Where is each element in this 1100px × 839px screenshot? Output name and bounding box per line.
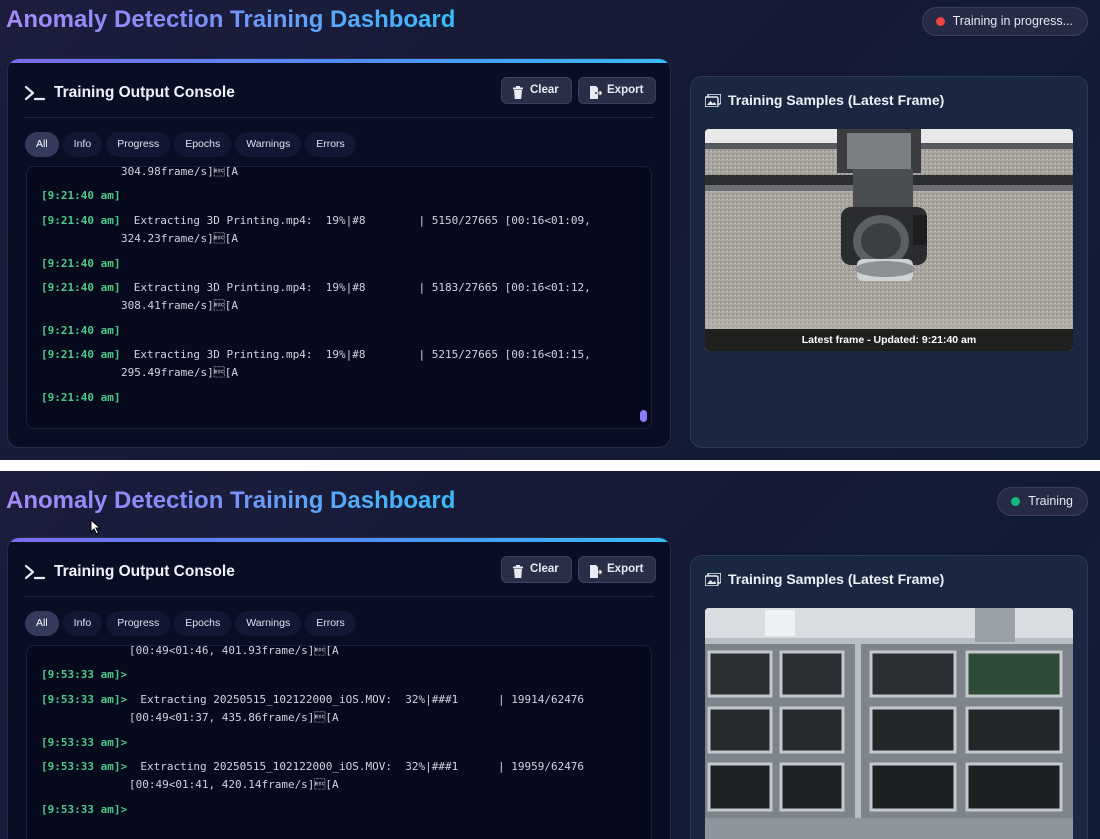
filter-tab-warnings[interactable]: Warnings [235, 611, 302, 636]
filter-tab-errors[interactable]: Errors [305, 611, 356, 636]
training-console: Training Output Console Clear Export All… [7, 58, 671, 448]
training-console: Training Output Console Clear Export All… [7, 537, 671, 839]
filter-tab-info[interactable]: Info [62, 132, 103, 157]
image-icon [704, 571, 722, 587]
scrollbar-thumb[interactable] [640, 410, 647, 422]
page-title: Anomaly Detection Training Dashboard [6, 487, 456, 514]
log-line: [9:21:40 am] [41, 257, 121, 270]
export-button[interactable]: Export [578, 556, 657, 583]
image-icon [704, 92, 722, 108]
filter-tab-info[interactable]: Info [62, 611, 103, 636]
terminal-icon [24, 83, 46, 103]
samples-header: Training Samples (Latest Frame) [704, 571, 945, 587]
log-line: [00:49<01:46, 401.93frame/s][A [129, 645, 339, 657]
sample-frame-image [705, 608, 1073, 839]
log-line: 308.41frame/s][A [121, 299, 238, 312]
export-icon [589, 563, 603, 578]
clear-button[interactable]: Clear [501, 556, 572, 583]
console-header: Training Output Console [24, 562, 235, 582]
console-title: Training Output Console [54, 563, 235, 580]
log-output[interactable]: [00:49<01:46, 401.93frame/s][A [9:53:33… [26, 645, 652, 839]
filter-tab-all[interactable]: All [25, 132, 59, 157]
clear-button-label: Clear [530, 563, 559, 575]
samples-title: Training Samples (Latest Frame) [728, 571, 945, 587]
status-badge: Training [997, 487, 1088, 516]
fixture-frame-picture [705, 608, 1073, 839]
samples-title: Training Samples (Latest Frame) [728, 92, 945, 108]
log-line: [9:53:33 am]> [41, 736, 128, 749]
log-line: [9:53:33 am]> [41, 803, 128, 816]
filter-tab-progress[interactable]: Progress [106, 611, 171, 636]
log-line: [9:21:40 am] [41, 391, 121, 404]
log-line: [9:53:33 am]> Extracting 20250515_102122… [41, 693, 585, 706]
log-filter-tabs: All Info Progress Epochs Warnings Errors [25, 132, 356, 157]
console-accent-bar [8, 538, 670, 542]
console-header: Training Output Console [24, 83, 235, 103]
filter-tab-progress[interactable]: Progress [106, 132, 171, 157]
export-button-label: Export [607, 84, 644, 96]
page-title: Anomaly Detection Training Dashboard [6, 6, 456, 33]
screenshot-divider [0, 460, 1100, 471]
log-line: [00:49<01:37, 435.86frame/s][A [129, 711, 339, 724]
filter-tab-warnings[interactable]: Warnings [235, 132, 302, 157]
trash-icon [512, 84, 524, 99]
export-icon [589, 84, 603, 99]
log-line: [9:21:40 am] [41, 189, 121, 202]
samples-header: Training Samples (Latest Frame) [704, 92, 945, 108]
log-line: [9:53:33 am]> [41, 668, 128, 681]
training-samples-panel: Training Samples (Latest Frame) [690, 555, 1088, 839]
log-line: 304.98frame/s][A [121, 166, 238, 178]
status-dot-icon [1011, 497, 1021, 506]
training-samples-panel: Training Samples (Latest Frame) [690, 76, 1088, 448]
log-filter-tabs: All Info Progress Epochs Warnings Errors [25, 611, 356, 636]
status-label: Training [1028, 494, 1073, 508]
dashboard-screen-bottom: Anomaly Detection Training Dashboard Tra… [0, 471, 1100, 839]
log-line: [9:53:33 am]> Extracting 20250515_102122… [41, 760, 585, 773]
log-output[interactable]: 304.98frame/s][A [9:21:40 am] [9:21:40 … [26, 166, 652, 429]
export-button-label: Export [607, 563, 644, 575]
terminal-icon [24, 562, 46, 582]
clear-button-label: Clear [530, 84, 559, 96]
status-label: Training in progress... [952, 14, 1073, 28]
console-accent-bar [8, 59, 670, 63]
log-line: [00:49<01:41, 420.14frame/s][A [129, 778, 339, 791]
clear-button[interactable]: Clear [501, 77, 572, 104]
sample-frame-image: Latest frame - Updated: 9:21:40 am [705, 129, 1073, 351]
export-button[interactable]: Export [578, 77, 657, 104]
trash-icon [512, 563, 524, 578]
log-line: 324.23frame/s][A [121, 232, 238, 245]
filter-tab-epochs[interactable]: Epochs [174, 611, 232, 636]
log-line: [9:21:40 am] Extracting 3D Printing.mp4:… [41, 214, 591, 227]
header-divider [24, 596, 654, 597]
frame-caption: Latest frame - Updated: 9:21:40 am [705, 329, 1073, 351]
header-divider [24, 117, 654, 118]
log-line: [9:21:40 am] [41, 324, 121, 337]
console-title: Training Output Console [54, 84, 235, 101]
filter-tab-all[interactable]: All [25, 611, 59, 636]
filter-tab-errors[interactable]: Errors [305, 132, 356, 157]
log-line: [9:21:40 am] Extracting 3D Printing.mp4:… [41, 348, 591, 361]
printer-frame-picture [705, 129, 1073, 351]
status-dot-icon [935, 17, 945, 26]
status-badge: Training in progress... [921, 7, 1088, 36]
filter-tab-epochs[interactable]: Epochs [174, 132, 232, 157]
dashboard-screen-top: Anomaly Detection Training Dashboard Tra… [0, 0, 1100, 460]
log-line: 295.49frame/s][A [121, 366, 238, 379]
log-line: [9:21:40 am] Extracting 3D Printing.mp4:… [41, 281, 591, 294]
